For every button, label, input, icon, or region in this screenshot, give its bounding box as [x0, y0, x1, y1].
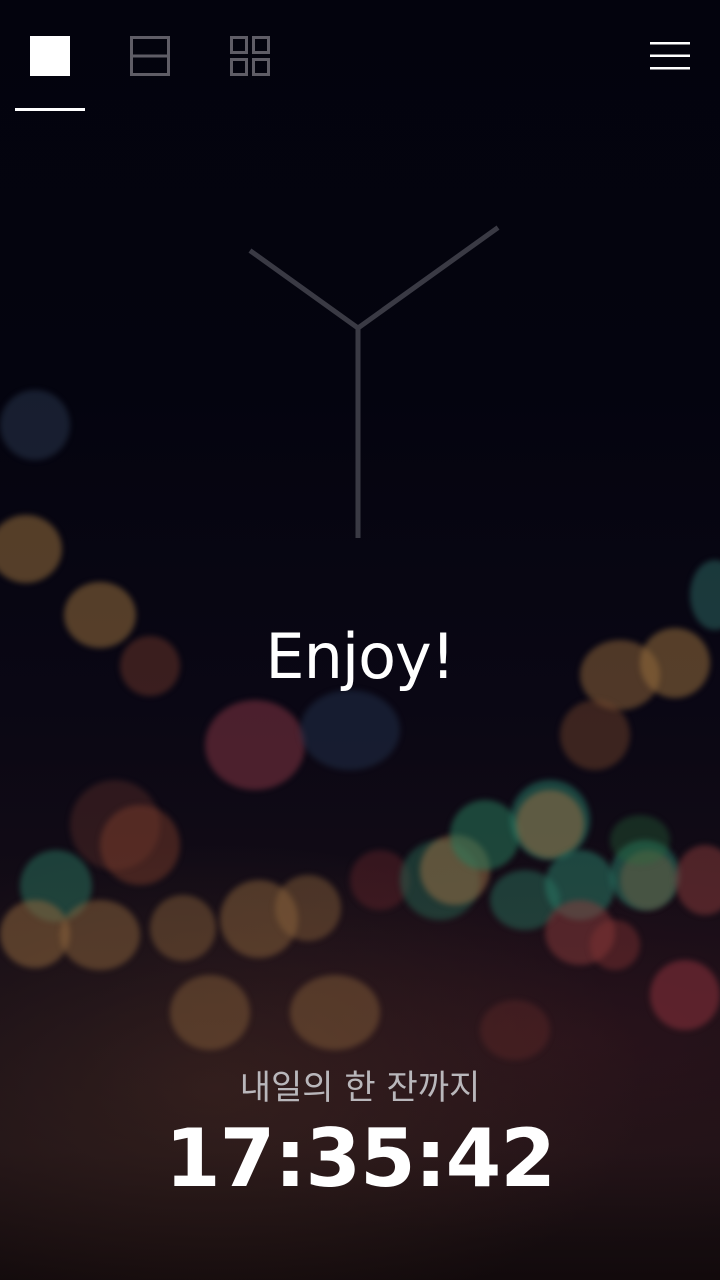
- split-horizontal-icon: [130, 36, 170, 76]
- countdown-label: 내일의 한 잔까지: [239, 1068, 481, 1108]
- glass-illustration: [240, 220, 510, 554]
- single-view-button[interactable]: [15, 20, 85, 92]
- countdown-timer: 17:35:42: [165, 1112, 556, 1205]
- single-square-icon: [30, 36, 70, 76]
- status-message: Enjoy!: [265, 620, 455, 693]
- top-toolbar: [0, 0, 720, 112]
- grid-2x2-icon: [230, 36, 270, 76]
- menu-button[interactable]: [640, 30, 700, 82]
- grid-view-button[interactable]: [215, 20, 285, 92]
- glass-icon: [248, 225, 500, 538]
- selected-view-indicator: [15, 108, 85, 111]
- split-view-button[interactable]: [115, 20, 185, 92]
- hamburger-menu-icon: [650, 42, 690, 70]
- app-screen: Enjoy! 내일의 한 잔까지 17:35:42: [0, 0, 720, 1280]
